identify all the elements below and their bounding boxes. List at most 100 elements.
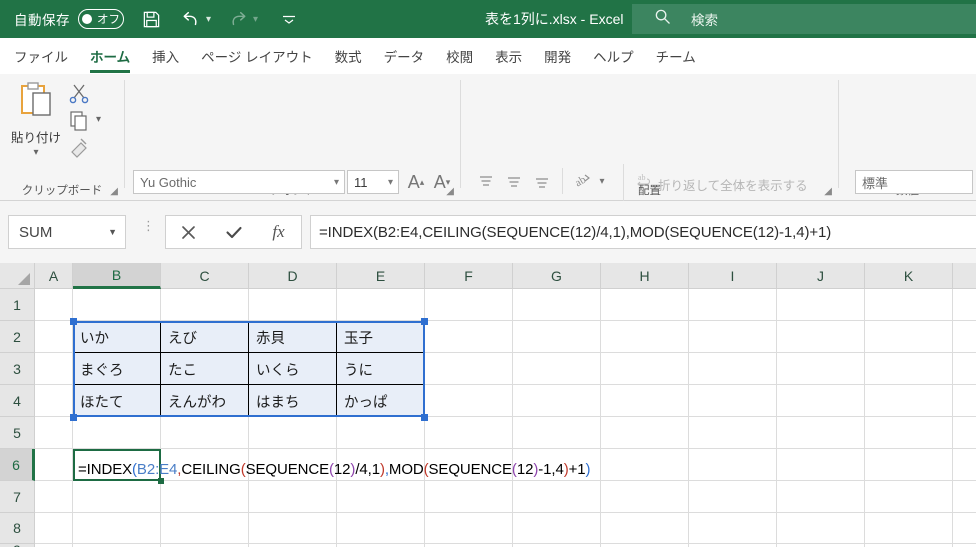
tab-insert[interactable]: 挿入 [141,46,190,73]
row-header-6[interactable]: 6 [0,449,35,481]
column-header-C[interactable]: C [161,263,249,289]
column-header-D[interactable]: D [249,263,337,289]
tab-team[interactable]: チーム [645,46,707,73]
tab-formulas[interactable]: 数式 [324,46,373,73]
tab-view[interactable]: 表示 [484,46,533,73]
customize-quick-access-icon[interactable] [276,6,302,32]
font-size-value: 11 [354,174,368,190]
cell-E4[interactable]: かっぱ [339,386,423,416]
column-header-G[interactable]: G [513,263,601,289]
column-header-H[interactable]: H [601,263,689,289]
column-header-K[interactable]: K [865,263,953,289]
column-header-A[interactable]: A [35,263,73,289]
tab-help[interactable]: ヘルプ [582,46,645,73]
cell-E2[interactable]: 玉子 [339,322,423,352]
autosave-knob [82,14,92,24]
table-inner-border-5 [336,323,337,415]
undo-dropdown-icon[interactable]: ▾ [206,14,211,25]
row-header-7[interactable]: 7 [0,481,35,513]
orientation-icon[interactable]: ab [570,168,594,194]
title-bar: 自動保存 オフ ▾ ▾ 表を1列に.xlsx - Excel 検索 [0,0,976,38]
grow-font-icon[interactable]: A ▴ [404,170,428,194]
cell-C2[interactable]: えび [163,322,247,352]
tab-review[interactable]: 校閲 [435,46,484,73]
shrink-font-icon[interactable]: A ▾ [430,170,454,194]
gridline-v-j [864,289,865,547]
font-size-chevron-down-icon[interactable]: ▾ [388,177,393,188]
name-box[interactable]: SUM ▼ [8,215,126,249]
undo-icon[interactable] [178,6,204,32]
tab-data[interactable]: データ [373,46,436,73]
search-box[interactable]: 検索 [632,4,976,34]
clipboard-dialog-launcher[interactable]: ◢ [110,186,118,197]
alignment-dialog-launcher[interactable]: ◢ [824,186,832,197]
cell-E3[interactable]: うに [339,354,423,384]
align-top-icon[interactable] [474,170,498,194]
gridline-v-h [688,289,689,547]
table-inner-border-4 [248,323,249,415]
cell-C3[interactable]: たこ [163,354,247,384]
select-all-button[interactable] [0,263,35,289]
paste-button[interactable]: 貼り付け ▾ [8,80,64,158]
row-header-4[interactable]: 4 [0,385,35,417]
font-name-combo[interactable]: Yu Gothic ▾ [133,170,345,194]
cut-icon[interactable] [68,82,90,109]
formula-input[interactable]: =INDEX(B2:E4,CEILING(SEQUENCE(12)/4,1),M… [310,215,976,249]
column-header-I[interactable]: I [689,263,777,289]
gridline-v-k [952,289,953,547]
gridline-h-6 [35,480,976,481]
gridline-h-4 [35,416,976,417]
copy-icon[interactable] [68,110,90,137]
tab-home[interactable]: ホーム [79,46,141,73]
row-header-3[interactable]: 3 [0,353,35,385]
selection-handle-bl[interactable] [70,414,77,421]
row-header-8[interactable]: 8 [0,513,35,544]
selection-handle-tr[interactable] [421,318,428,325]
column-header-partial[interactable] [953,263,976,289]
cell-D2[interactable]: 赤貝 [251,322,335,352]
cell-B4[interactable]: ほたて [75,386,159,416]
wrap-text-label[interactable]: 折り返して全体を表示する [658,175,808,194]
selection-handle-br[interactable] [421,414,428,421]
redo-icon [225,6,251,32]
row-header-5[interactable]: 5 [0,417,35,449]
cell-C4[interactable]: えんがわ [163,386,247,416]
column-header-F[interactable]: F [425,263,513,289]
save-icon[interactable] [138,6,164,32]
enter-icon[interactable] [211,216,256,248]
column-header-E[interactable]: E [337,263,425,289]
tab-file[interactable]: ファイル [0,46,79,73]
copy-dropdown-icon[interactable]: ▾ [96,114,101,125]
row-header-2[interactable]: 2 [0,321,35,353]
active-cell-edit-text: =INDEX(B2:E4,CEILING(SEQUENCE(12)/4,1),M… [78,461,591,478]
insert-function-icon[interactable]: fx [256,216,301,248]
cancel-icon[interactable] [166,216,211,248]
font-size-combo[interactable]: 11 ▾ [347,170,399,194]
column-header-J[interactable]: J [777,263,865,289]
format-painter-icon[interactable] [68,136,90,163]
formula-action-buttons: fx [165,215,302,249]
gridline-h-1 [35,320,976,321]
cell-D4[interactable]: はまち [251,386,335,416]
column-header-B[interactable]: B [73,263,161,289]
tab-developer[interactable]: 開発 [533,46,582,73]
ribbon-group-clipboard: 貼り付け ▾ ▾ クリップボード ◢ [0,74,124,201]
fill-handle[interactable] [158,478,164,484]
font-name-chevron-down-icon[interactable]: ▾ [334,177,339,188]
align-middle-icon[interactable] [502,170,526,194]
number-format-combo[interactable]: 標準 [855,170,973,194]
row-header-1[interactable]: 1 [0,289,35,321]
clipboard-group-label: クリップボード [21,185,103,197]
cell-D3[interactable]: いくら [251,354,335,384]
autosave-toggle[interactable]: 自動保存 オフ [14,9,124,29]
orientation-chevron-down-icon[interactable]: ▾ [594,172,610,190]
selection-handle-tl[interactable] [70,318,77,325]
cell-B2[interactable]: いか [75,322,159,352]
cell-B3[interactable]: まぐろ [75,354,159,384]
align-bottom-icon[interactable] [530,170,554,194]
name-box-chevron-down-icon[interactable]: ▼ [108,227,117,237]
autosave-switch[interactable]: オフ [78,9,124,29]
formula-bar-handle[interactable]: ⋮ [142,219,155,232]
tab-page-layout[interactable]: ページ レイアウト [190,46,323,73]
paste-dropdown-icon[interactable]: ▾ [8,147,64,158]
